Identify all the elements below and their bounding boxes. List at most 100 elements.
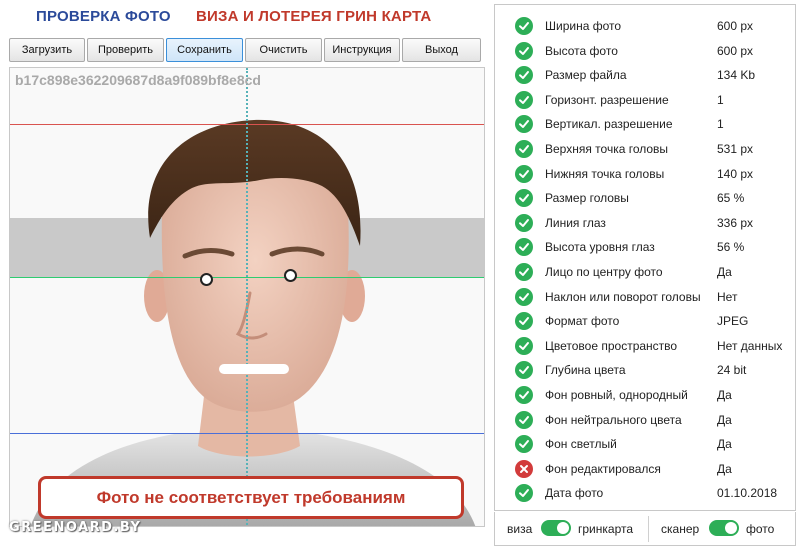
ok-check-icon (515, 336, 533, 355)
ok-check-icon (515, 164, 533, 183)
instructions-button[interactable]: Инструкция (324, 38, 400, 62)
check-label: Фон ровный, однородный (545, 388, 688, 402)
ok-check-icon (515, 17, 533, 35)
mouth-marker (219, 364, 289, 374)
check-label: Лицо по центру фото (545, 265, 663, 279)
check-row: Линия глаз 336 px (495, 211, 795, 235)
toggles-bar: виза гринкарта сканер фото (494, 512, 796, 546)
check-value: 134 Kb (717, 68, 756, 83)
check-value: 336 px (717, 215, 754, 230)
ok-check-icon (515, 263, 533, 281)
check-row: Ширина фото 600 px (495, 14, 795, 38)
check-label: Фон редактировался (545, 461, 661, 476)
check-value: Нет данных (717, 338, 783, 353)
check-row: Вертикал. разрешение 1 (495, 112, 795, 136)
check-label: Цветовое пространство (545, 338, 678, 353)
app-window: ПРОВЕРКА ФОТО ВИЗА И ЛОТЕРЕЯ ГРИН КАРТА … (0, 0, 800, 551)
check-row: Глубина цвета 24 bit (495, 358, 795, 382)
check-label: Линия глаз (545, 215, 606, 230)
check-label: Вертикал. разрешение (545, 117, 673, 132)
check-value: Да (717, 265, 732, 279)
toggle-visa-label: виза (507, 522, 533, 536)
toggles-divider (648, 516, 649, 542)
check-row: Горизонт. разрешение 1 (495, 88, 795, 112)
check-row: Фон светлый Да (495, 432, 795, 456)
title-visa-lottery: ВИЗА И ЛОТЕРЕЯ ГРИН КАРТА (196, 8, 432, 25)
check-row: Высота уровня глаз 56 % (495, 235, 795, 259)
check-value: Да (717, 461, 732, 476)
ok-check-icon (515, 41, 533, 60)
check-label: Размер головы (545, 191, 629, 206)
check-value: 56 % (717, 240, 745, 255)
check-label: Фон нейтрального цвета (545, 412, 682, 427)
check-label: Высота уровня глаз (545, 240, 655, 255)
checks-panel: Ширина фото 600 px Высота фото 600 px Размер… (494, 4, 796, 511)
toolbar: Загрузить Проверить Сохранить Очистить И… (9, 38, 481, 63)
check-label: Наклон или поворот головы (545, 289, 701, 304)
ok-check-icon (515, 410, 533, 429)
check-label: Дата фото (545, 486, 604, 501)
check-row: Размер файла 134 Kb (495, 63, 795, 87)
check-value: 140 px (717, 166, 754, 181)
check-label: Горизонт. разрешение (545, 92, 669, 107)
check-label: Высота фото (545, 43, 618, 58)
result-warning: Фото не соответствует требованиям (38, 476, 464, 519)
check-value: Нет (717, 289, 738, 304)
check-value: 600 px (717, 43, 754, 58)
ok-check-icon (515, 189, 533, 208)
check-row: Верхняя точка головы 531 px (495, 137, 795, 161)
ok-check-icon (515, 386, 533, 404)
ok-check-icon (515, 90, 533, 109)
check-value: Да (717, 437, 732, 452)
center-guide-line (246, 68, 248, 526)
toggle-photo-label: фото (746, 522, 775, 536)
check-value: 65 % (717, 191, 745, 206)
check-row: Размер головы 65 % (495, 186, 795, 210)
check-label: Фон светлый (545, 437, 617, 452)
check-value: 1 (717, 117, 724, 132)
ok-check-icon (515, 238, 533, 257)
check-label: Нижняя точка головы (545, 166, 665, 181)
toggle-scanner-label: сканер (661, 522, 700, 536)
scanner-photo-toggle[interactable] (709, 520, 739, 536)
check-row: Наклон или поворот головы Нет (495, 285, 795, 309)
check-label: Глубина цвета (545, 363, 626, 378)
check-button[interactable]: Проверить (87, 38, 164, 62)
ok-check-icon (515, 66, 533, 85)
ok-check-icon (515, 213, 533, 232)
ok-check-icon (515, 287, 533, 306)
left-eye-marker (200, 273, 213, 286)
check-label: Верхняя точка головы (545, 142, 669, 156)
visa-greencard-toggle[interactable] (541, 520, 571, 536)
ok-check-icon (515, 484, 533, 503)
fail-cross-icon (515, 459, 533, 478)
check-label: Формат фото (545, 314, 620, 329)
check-value: Да (717, 388, 732, 402)
ok-check-icon (515, 115, 533, 134)
check-row: Дата фото 01.10.2018 (495, 481, 795, 505)
exit-button[interactable]: Выход (402, 38, 481, 62)
load-button[interactable]: Загрузить (9, 38, 85, 62)
check-row: Цветовое пространство Нет данных (495, 334, 795, 358)
check-value: 01.10.2018 (717, 486, 778, 501)
toggle-greencard-label: гринкарта (578, 522, 634, 536)
watermark: GREENOARD.BY (9, 520, 142, 535)
check-row: Формат фото JPEG (495, 309, 795, 333)
ok-check-icon (515, 361, 533, 380)
check-row: Высота фото 600 px (495, 39, 795, 63)
check-row: Фон нейтрального цвета Да (495, 408, 795, 432)
photo-hash: b17c898e362209687d8a9f089bf8e8cd (15, 72, 261, 88)
title-photo-check: ПРОВЕРКА ФОТО (36, 8, 171, 25)
app-header: ПРОВЕРКА ФОТО ВИЗА И ЛОТЕРЕЯ ГРИН КАРТА (0, 0, 494, 36)
check-row: Лицо по центру фото Да (495, 260, 795, 284)
check-value: Да (717, 412, 732, 427)
check-label: Ширина фото (545, 19, 622, 33)
ok-check-icon (515, 435, 533, 454)
check-value: 24 bit (717, 363, 747, 378)
photo-preview: b17c898e362209687d8a9f089bf8e8cd Фото не… (9, 67, 485, 527)
save-button[interactable]: Сохранить (166, 38, 243, 62)
right-eye-marker (284, 269, 297, 282)
clear-button[interactable]: Очистить (245, 38, 322, 62)
ok-check-icon (515, 140, 533, 158)
check-value: 531 px (717, 142, 754, 156)
